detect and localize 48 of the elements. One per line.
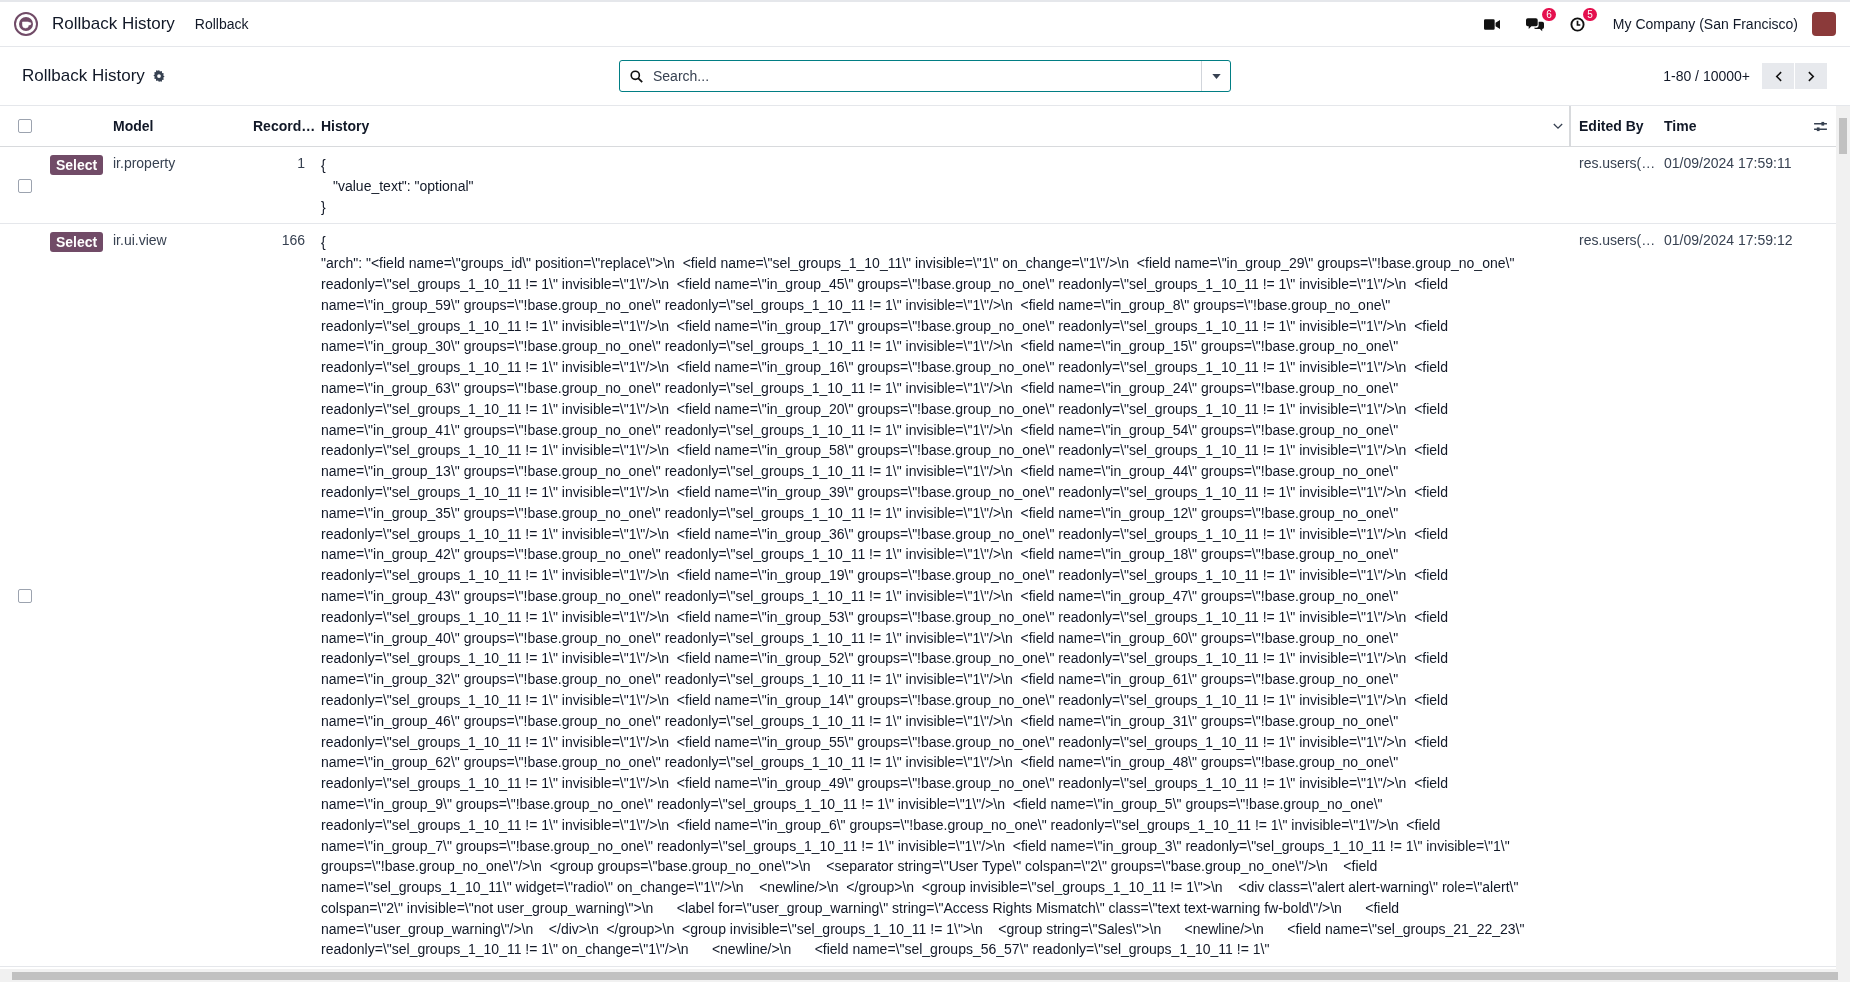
search-input[interactable]: Search... [651, 67, 1193, 85]
pager-value[interactable]: 1-80 / 10000+ [1663, 68, 1750, 84]
next-page-button[interactable] [1795, 63, 1828, 89]
history-line: "value_text": "optional" [332, 176, 475, 196]
search-icon [630, 69, 643, 83]
user-avatar[interactable] [1812, 12, 1836, 36]
cup-icon[interactable] [14, 12, 38, 36]
search-bar[interactable]: Search... [619, 60, 1231, 92]
chevron-left-icon [1774, 70, 1782, 82]
previous-page-button[interactable] [1762, 63, 1795, 89]
record-id-cell: 166 [281, 232, 305, 249]
history-line: } [321, 197, 327, 217]
history-line: "arch": "<field name=\"groups_id\" position=\"replace\">\n <field name=\"sel_groups_1_10_11\" invisible=\"1\" on_change=\"1\"/>\n <field name=\"in_group_29\" groups=\"!base.group_no_one\" readonly=\"sel_groups_1_10_11 != 1\" invisible=\"1\"/>\n <field name=\"in_group_45\" groups=\"!base.group_no_one\" readonly=\"sel_groups_1_10_11 != 1\" invisible=\"1\"/>\n <field name=\"in_group_59\" groups=\"!base.group_no_one\" readonly=\"sel_groups_1_10_11 != 1\" invisible=\"1\"/>\n <field name=\"in_group_8\" groups=\"!base.group_no_one\" readonly=\"sel_groups_1_10_11 != 1\" invisible=\"1\"/>\n <field name=\"in_group_17\" groups=\"!base.group_no_one\" readonly=\"sel_groups_1_10_11 != 1\" invisible=\"1\"/>\n <field name=\"in_group_30\" groups=\"!base.group_no_one\" readonly=\"sel_groups_1_10_11 != 1\" invisible=\"1\"/>\n <field name=\"in_group_15\" groups=\"!base.group_no_one\" readonly=\"sel_groups_1_10_11 != 1\" invisible=\"1\"/>\n <field name=\"in_group_16\" groups=\"!base.group_no_one\" readonly=\"sel_groups_1_10_11 != 1\" invisible=\"1\"/>\n <field name=\"in_group_63\" groups=\"!base.group_no_one\" readonly=\"sel_groups_1_10_11 != 1\" invisible=\"1\"/>\n <field name=\"in_group_24\" groups=\"!base.group_no_one\" readonly=\"sel_groups_1_10_11 != 1\" invisible=\"1\"/>\n <field name=\"in_group_20\" groups=\"!base.group_no_one\" readonly=\"sel_groups_1_10_11 != 1\" invisible=\"1\"/>\n <field name=\"in_group_41\" groups=\"!base.group_no_one\" readonly=\"sel_groups_1_10_11 != 1\" invisible=\"1\"/>\n <field name=\"in_group_54\" groups=\"!base.group_no_one\" readonly=\"sel_groups_1_10_11 != 1\" invisible=\"1\"/>\n <field name=\"in_group_58\" groups=\"!base.group_no_one\" readonly=\"sel_groups_1_10_11 != 1\" invisible=\"1\"/>\n <field name=\"in_group_13\" groups=\"!base.group_no_one\" readonly=\"sel_groups_1_10_11 != 1\" invisible=\"1\"/>\n <field name=\"in_group_44\" groups=\"!base.group_no_one\" readonly=\"sel_groups_1_10_11 != 1\" invisible=\"1\"/>\n <field name=\"in_group_39\" groups=\"!base.group_no_one\" readonly=\"sel_groups_1_10_11 != 1\" invisible=\"1\"/>\n <field name=\"in_group_35\" groups=\"!base.group_no_one\" readonly=\"sel_groups_1_10_11 != 1\" invisible=\"1\"/>\n <field name=\"in_group_12\" groups=\"!base.group_no_one\" readonly=\"sel_groups_1_10_11 != 1\" invisible=\"1\"/>\n <field name=\"in_group_36\" groups=\"!base.group_no_one\" readonly=\"sel_groups_1_10_11 != 1\" invisible=\"1\"/>\n <field name=\"in_group_42\" groups=\"!base.group_no_one\" readonly=\"sel_groups_1_10_11 != 1\" invisible=\"1\"/>\n <field name=\"in_group_18\" groups=\"!base.group_no_one\" readonly=\"sel_groups_1_10_11 != 1\" invisible=\"1\"/>\n <field name=\"in_group_19\" groups=\"!base.group_no_one\" readonly=\"sel_groups_1_10_11 != 1\" invisible=\"1\"/>\n <field name=\"in_group_43\" groups=\"!base.group_no_one\" readonly=\"sel_groups_1_10_11 != 1\" invisible=\"1\"/>\n <field name=\"in_group_47\" groups=\"!base.group_no_one\" readonly=\"sel_groups_1_10_11 != 1\" invisible=\"1\"/>\n <field name=\"in_group_53\" groups=\"!base.group_no_one\" readonly=\"sel_groups_1_10_11 != 1\" invisible=\"1\"/>\n <field name=\"in_group_40\" groups=\"!base.group_no_one\" readonly=\"sel_groups_1_10_11 != 1\" invisible=\"1\"/>\n <field name=\"in_group_60\" groups=\"!base.group_no_one\" readonly=\"sel_groups_1_10_11 != 1\" invisible=\"1\"/>\n <field name=\"in_group_52\" groups=\"!base.group_no_one\" readonly=\"sel_groups_1_10_11 != 1\" invisible=\"1\"/>\n <field name=\"in_group_32\" groups=\"!base.group_no_one\" readonly=\"sel_groups_1_10_11 != 1\" invisible=\"1\"/>\n <field name=\"in_group_61\" groups=\"!base.group_no_one\" readonly=\"sel_groups_1_10_11 != 1\" invisible=\"1\"/>\n <field name=\"in_group_14\" groups=\"!base.group_no_one\" readonly=\"sel_groups_1_10_11 != 1\" invisible=\"1\"/>\n <field name=\"in_group_46\" groups=\"!base.group_no_one\" readonly=\"sel_groups_1_10_11 != 1\" invisible=\"1\"/>\n <field name=\"in_group_31\" groups=\"!base.group_no_one\" readonly=\"sel_groups_1_10_11 != 1\" invisible=\"1\"/>\n <field name=\"in_group_55\" groups=\"!base.group_no_one\" readonly=\"sel_groups_1_10_11 != 1\" invisible=\"1\"/>\n <field name=\"in_group_62\" groups=\"!base.group_no_one\" readonly=\"sel_groups_1_10_11 != 1\" invisible=\"1\"/>\n <field name=\"in_group_48\" groups=\"!base.group_no_one\" readonly=\"sel_groups_1_10_11 != 1\" invisible=\"1\"/>\n <field name=\"in_group_49\" groups=\"!base.group_no_one\" readonly=\"sel_groups_1_10_11 != 1\" invisible=\"1\"/>\n <field name=\"in_group_9\" groups=\"!base.group_no_one\" readonly=\"sel_groups_1_10_11 != 1\" invisible=\"1\"/>\n <field name=\"in_group_5\" groups=\"!base.group_no_one\" readonly=\"sel_groups_1_10_11 != 1\" invisible=\"1\"/>\n <field name=\"in_group_6\" groups=\"!base.group_no_one\" readonly=\"sel_groups_1_10_11 != 1\" invisible=\"1\"/>\n <field name=\"in_group_7\" groups=\"!base.group_no_one\" readonly=\"sel_groups_1_10_11 != 1\" invisible=\"1\"/>\n <field name=\"in_group_3\" readonly=\"sel_groups_1_10_11 != 1\" invisible=\"1\" groups=\"!base.group_no_one\"/>\n <group groups=\"base.group_no_one\">\n <separator string=\"User Type\" colspan=\"2\" groups=\"base.group_no_one\"/>\n <field name=\"sel_groups_1_10_11\" widget=\"radio\" on_change=\"1\"/>\n <newline/>\n </group>\n <group invisible=\"sel_groups_1_10_11 != 1\">\n <div class=\"alert alert-warning\" role=\"alert\" colspan=\"2\" invisible=\"not user_group_warning\">\n <label for=\"user_group_warning\" string=\"Access Rights Mismatch\" class=\"text text-warning fw-bold\"/>\n <field name=\"user_group_warning\"/>\n </div>\n </group>\n <group invisible=\"sel_groups_1_10_11 != 1\">\n <group string=\"Sales\">\n <newline/>\n <field name=\"sel_groups_21_22_23\" readonly=\"sel_groups_1_10_11 != 1\" on_change=\"1\"/>\n <newline/>\n <field name=\"sel_groups_56_57\" readonly=\"sel_groups_1_10_11 != 1\" [321, 254, 1526, 960]
time-cell: 01/09/2024 17:59:11 [1664, 155, 1792, 171]
chat-icon[interactable] [1525, 16, 1544, 32]
history-line: { [321, 233, 327, 253]
app-title[interactable]: Rollback History [52, 14, 175, 34]
edited-by-cell: res.users(… [1579, 232, 1656, 249]
gear-icon[interactable] [152, 70, 165, 82]
record-id-cell: 1 [297, 155, 305, 171]
select-button[interactable]: Select [50, 232, 104, 253]
row-checkbox[interactable] [18, 589, 32, 604]
sliders-icon[interactable] [1814, 120, 1827, 132]
column-header[interactable]: History [321, 118, 370, 134]
time-cell: 01/09/2024 17:59:12 [1664, 232, 1793, 249]
model-cell: ir.ui.view [113, 232, 167, 249]
clock-icon[interactable] [1569, 16, 1585, 32]
row-checkbox[interactable] [18, 179, 32, 194]
select-button[interactable]: Select [50, 155, 104, 175]
notification-badge: 6 [1542, 7, 1556, 21]
column-header[interactable]: Record… [253, 118, 316, 134]
model-cell: ir.property [113, 155, 176, 171]
video-camera-icon[interactable] [1483, 18, 1500, 30]
company-switcher[interactable]: My Company (San Francisco) [1612, 16, 1798, 32]
menu-item[interactable]: Rollback [194, 16, 249, 32]
edited-by-cell: res.users(… [1579, 155, 1656, 171]
chevron-right-icon [1807, 70, 1815, 82]
history-line: { [321, 156, 327, 175]
horizontal-scrollbar[interactable] [0, 969, 1850, 982]
vertical-scrollbar[interactable] [1836, 106, 1850, 969]
caret-down-icon [1211, 73, 1221, 79]
chevron-down-icon[interactable] [1553, 122, 1563, 130]
column-header[interactable]: Model [113, 118, 154, 134]
column-header[interactable]: Time [1664, 118, 1697, 134]
column-header[interactable]: Edited By [1579, 118, 1644, 134]
notification-badge: 5 [1583, 7, 1597, 21]
page-title: Rollback History [22, 66, 145, 86]
select-all-checkbox[interactable] [18, 119, 32, 133]
